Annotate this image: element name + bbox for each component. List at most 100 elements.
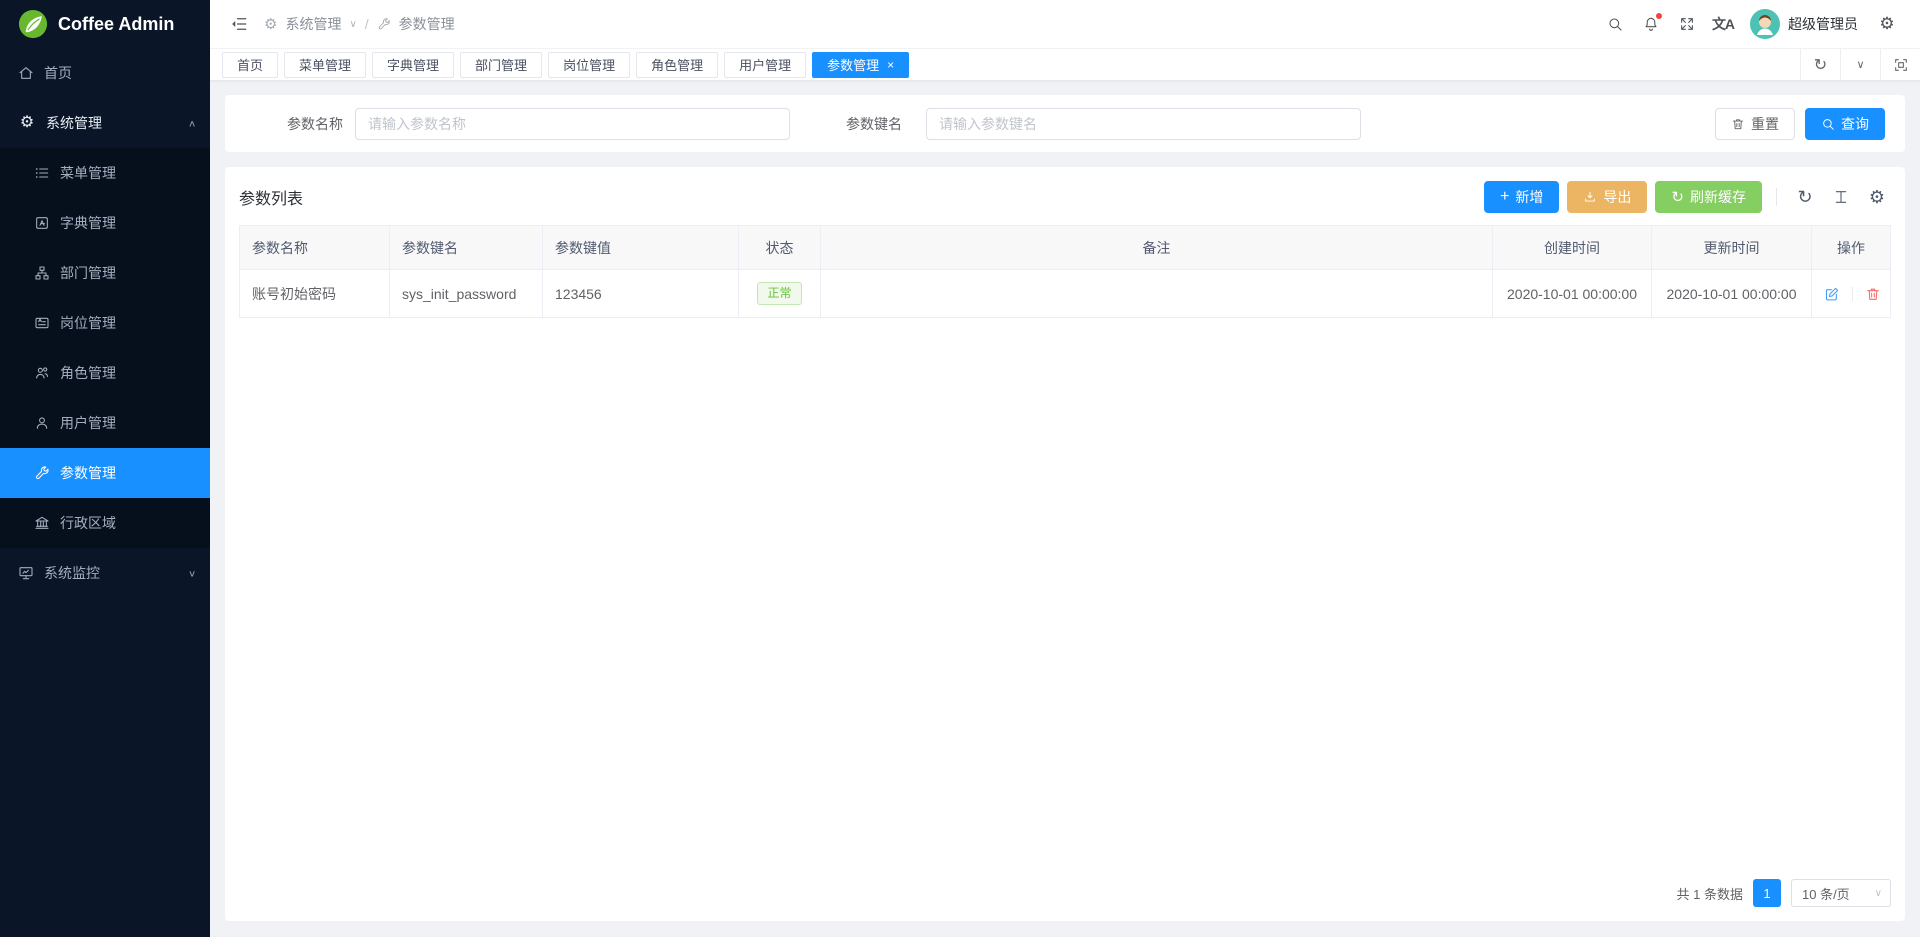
fullscreen-button[interactable] — [1670, 7, 1704, 41]
content-fullscreen-button[interactable] — [1880, 49, 1920, 80]
row-density-button[interactable] — [1827, 183, 1855, 211]
tab-param-management[interactable]: 参数管理 × — [812, 52, 909, 78]
tab-dict-management[interactable]: 字典管理 — [372, 52, 454, 78]
refresh-page-button[interactable]: ↻ — [1800, 49, 1840, 80]
toolbar-divider — [1776, 188, 1777, 206]
chevron-down-icon: ∨ — [188, 568, 196, 578]
collapse-menu-icon — [230, 15, 248, 33]
page-content: 参数名称 参数键名 重置 查询 参数列表 + — [210, 81, 1920, 937]
app-logo[interactable]: Coffee Admin — [0, 0, 210, 48]
table-row: 账号初始密码 sys_init_password 123456 正常 2020-… — [240, 270, 1891, 318]
gear-icon: ⚙ — [264, 15, 277, 33]
sidebar-collapse-button[interactable] — [222, 7, 256, 41]
close-icon[interactable]: × — [887, 59, 894, 71]
param-list-card: 参数列表 + 新增 导出 ↻ 刷新缓存 — [225, 167, 1905, 921]
refresh-cache-button[interactable]: ↻ 刷新缓存 — [1655, 181, 1762, 213]
tab-options-button[interactable]: ∨ — [1840, 49, 1880, 80]
tab-bar-actions: ↻ ∨ — [1800, 49, 1920, 80]
toolbar-actions: + 新增 导出 ↻ 刷新缓存 ↻ — [1484, 181, 1891, 213]
param-key-input[interactable] — [926, 108, 1361, 140]
tab-post-management[interactable]: 岗位管理 — [548, 52, 630, 78]
query-button[interactable]: 查询 — [1805, 108, 1885, 140]
search-icon — [1607, 16, 1623, 32]
table-toolbar: 参数列表 + 新增 导出 ↻ 刷新缓存 — [239, 179, 1891, 215]
sidebar-item-dict-management[interactable]: 字典管理 — [0, 198, 210, 248]
param-name-input[interactable] — [355, 108, 790, 140]
breadcrumb: ⚙ 系统管理 ∨ / 参数管理 — [264, 14, 455, 34]
sidebar-item-system-management[interactable]: ⚙ 系统管理 ∧ — [0, 98, 210, 148]
cell-created-time: 2020-10-01 00:00:00 — [1493, 270, 1652, 318]
refresh-table-button[interactable]: ↻ — [1791, 183, 1819, 211]
column-settings-button[interactable]: ⚙ — [1863, 183, 1891, 211]
trash-icon — [1731, 117, 1745, 131]
role-icon — [34, 365, 50, 381]
refresh-icon: ↻ — [1814, 55, 1827, 75]
sidebar-item-home[interactable]: 首页 — [0, 48, 210, 98]
user-icon — [34, 415, 50, 431]
col-status: 状态 — [739, 226, 821, 270]
sidebar-item-user-management[interactable]: 用户管理 — [0, 398, 210, 448]
user-menu[interactable]: 超级管理员 — [1750, 9, 1858, 39]
chevron-up-icon: ∧ — [188, 118, 196, 128]
sidebar-item-post-management[interactable]: 岗位管理 — [0, 298, 210, 348]
card-title: 参数列表 — [239, 185, 303, 209]
tab-bar: 首页 菜单管理 字典管理 部门管理 岗位管理 角色管理 用户管理 参数管理 × … — [210, 49, 1920, 81]
wrench-icon — [377, 17, 391, 31]
gear-icon: ⚙ — [1879, 14, 1894, 34]
top-header: ⚙ 系统管理 ∨ / 参数管理 文A — [210, 0, 1920, 49]
user-name: 超级管理员 — [1788, 14, 1858, 34]
export-button[interactable]: 导出 — [1567, 181, 1647, 213]
col-param-value: 参数键值 — [543, 226, 739, 270]
fullscreen-icon — [1679, 16, 1695, 32]
cell-param-key: sys_init_password — [390, 270, 543, 318]
sidebar-item-menu-management[interactable]: 菜单管理 — [0, 148, 210, 198]
text-height-icon — [1833, 189, 1849, 205]
chevron-down-icon: ∨ — [1875, 888, 1882, 899]
edit-icon[interactable] — [1824, 286, 1840, 302]
settings-button[interactable]: ⚙ — [1870, 7, 1904, 41]
notifications-button[interactable] — [1634, 7, 1668, 41]
pagination-page-1[interactable]: 1 — [1753, 879, 1781, 907]
sidebar-item-param-management[interactable]: 参数管理 — [0, 448, 210, 498]
post-icon — [34, 315, 50, 331]
col-param-key: 参数键名 — [390, 226, 543, 270]
col-param-name: 参数名称 — [240, 226, 390, 270]
translate-icon: 文A — [1712, 14, 1734, 34]
cell-remark — [821, 270, 1493, 318]
tab-dept-management[interactable]: 部门管理 — [460, 52, 542, 78]
coffee-admin-logo-icon — [18, 9, 48, 39]
search-buttons: 重置 查询 — [1715, 108, 1885, 140]
sidebar-item-system-monitor[interactable]: 系统监控 ∨ — [0, 548, 210, 598]
search-button[interactable] — [1598, 7, 1632, 41]
search-form-card: 参数名称 参数键名 重置 查询 — [225, 95, 1905, 152]
col-remark: 备注 — [821, 226, 1493, 270]
reset-button[interactable]: 重置 — [1715, 108, 1795, 140]
delete-icon[interactable] — [1865, 286, 1881, 302]
tab-home[interactable]: 首页 — [222, 52, 278, 78]
cell-status: 正常 — [739, 270, 821, 318]
dictionary-icon — [34, 215, 50, 231]
home-icon — [18, 65, 34, 81]
sidebar-item-admin-region[interactable]: 行政区域 — [0, 498, 210, 548]
list-icon — [34, 165, 50, 181]
col-actions: 操作 — [1812, 226, 1891, 270]
sidebar-item-dept-management[interactable]: 部门管理 — [0, 248, 210, 298]
add-button[interactable]: + 新增 — [1484, 181, 1559, 213]
sidebar-submenu-system: 菜单管理 字典管理 部门管理 岗位管理 角色管理 用户管理 — [0, 148, 210, 548]
breadcrumb-parent[interactable]: 系统管理 — [285, 14, 341, 34]
tab-user-management[interactable]: 用户管理 — [724, 52, 806, 78]
language-button[interactable]: 文A — [1706, 7, 1740, 41]
app-title: Coffee Admin — [58, 14, 174, 35]
chevron-down-icon: ∨ — [349, 19, 356, 30]
param-table: 参数名称 参数键名 参数键值 状态 备注 创建时间 更新时间 操作 账号初始密码… — [239, 225, 1891, 318]
col-updated-time: 更新时间 — [1652, 226, 1812, 270]
sidebar-item-role-management[interactable]: 角色管理 — [0, 348, 210, 398]
breadcrumb-current: 参数管理 — [399, 14, 455, 34]
search-icon — [1821, 117, 1835, 131]
param-key-label: 参数键名 — [846, 114, 902, 134]
tab-menu-management[interactable]: 菜单管理 — [284, 52, 366, 78]
tab-role-management[interactable]: 角色管理 — [636, 52, 718, 78]
refresh-icon: ↻ — [1671, 190, 1684, 205]
page-size-select[interactable]: 10 条/页 ∨ — [1791, 879, 1891, 907]
header-actions: 文A 超级管理员 ⚙ — [1598, 7, 1904, 41]
